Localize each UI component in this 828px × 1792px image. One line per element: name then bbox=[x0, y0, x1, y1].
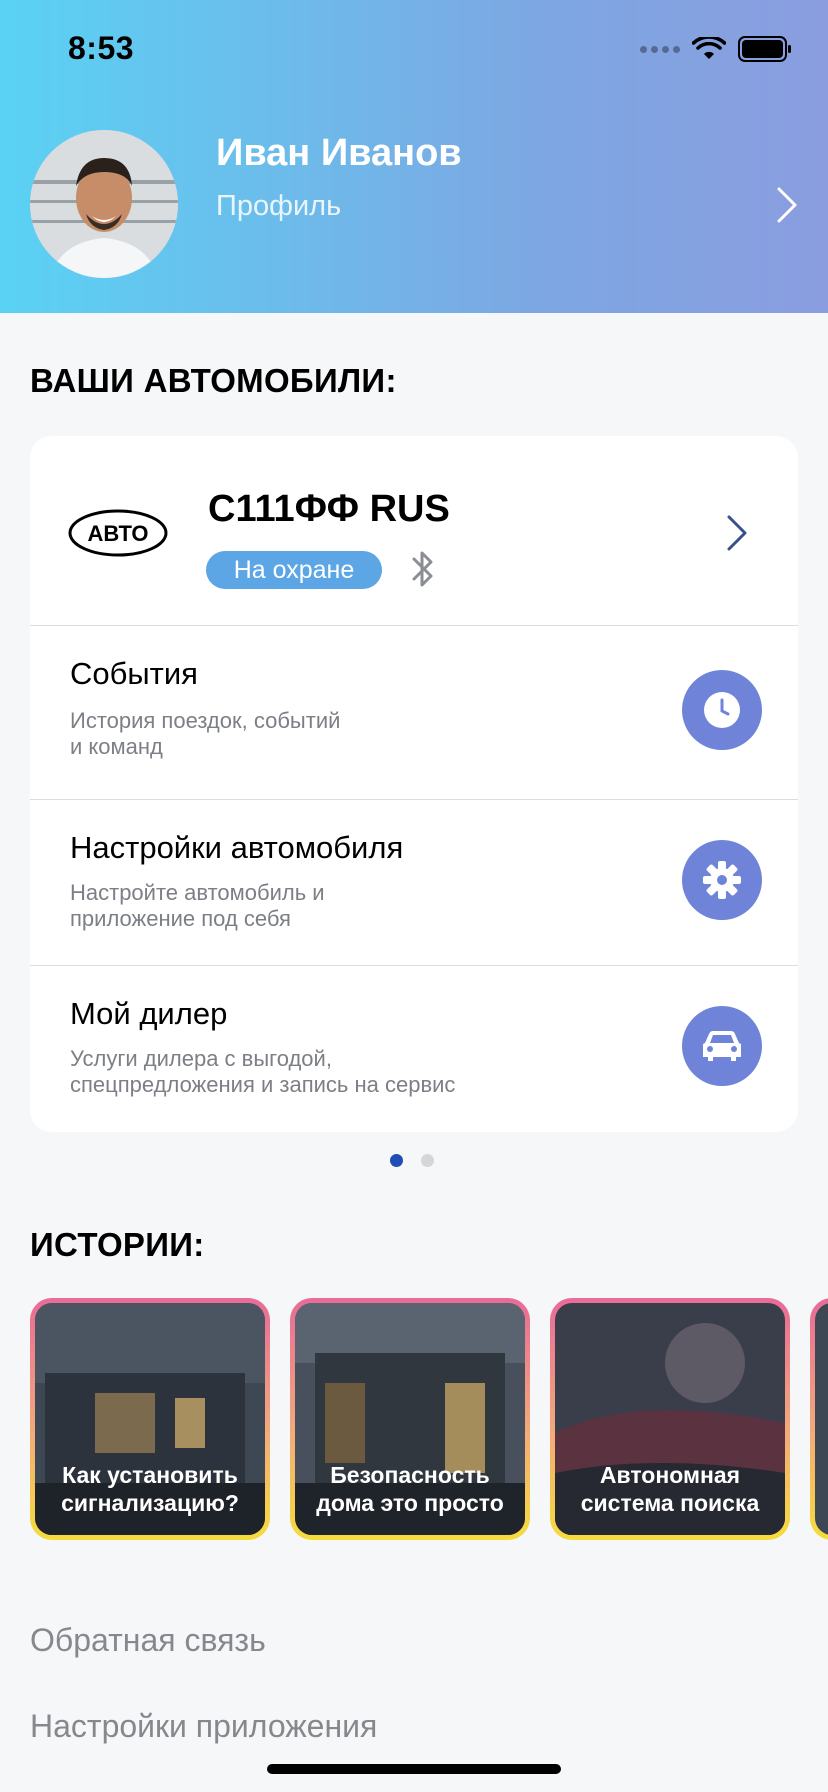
menu-item-title: События bbox=[70, 656, 198, 691]
story-image: Безопасность дома это просто bbox=[295, 1303, 525, 1535]
car-card: АВТО С111ФФ RUS На охране События Истори… bbox=[30, 436, 798, 1132]
clock-icon bbox=[682, 670, 762, 750]
menu-item-events[interactable]: События История поездок, событий и команд bbox=[30, 626, 798, 800]
pager-dots bbox=[390, 1154, 434, 1167]
status-icons bbox=[640, 36, 792, 62]
stories-carousel[interactable]: Как установить сигнализацию? Безопасность… bbox=[30, 1298, 828, 1540]
menu-item-dealer[interactable]: Мой дилер Услуги дилера с выгодой, спецпр… bbox=[30, 966, 798, 1132]
menu-item-description: История поездок, событий и команд bbox=[70, 708, 341, 759]
menu-item-car-settings[interactable]: Настройки автомобиля Настройте автомобил… bbox=[30, 800, 798, 966]
profile-header[interactable]: 8:53 Иван Иванов Профиль bbox=[0, 0, 828, 313]
story-title: Автономная система поиска bbox=[580, 1462, 760, 1516]
story-image bbox=[815, 1303, 828, 1535]
home-indicator bbox=[267, 1764, 561, 1774]
story-title: Безопасность дома это просто bbox=[316, 1462, 504, 1516]
cellular-signal-icon bbox=[640, 45, 680, 53]
car-item[interactable]: АВТО С111ФФ RUS На охране bbox=[30, 436, 798, 626]
car-brand-logo: АВТО bbox=[68, 509, 168, 557]
app-settings-link[interactable]: Настройки приложения bbox=[30, 1708, 377, 1745]
car-plate: С111ФФ RUS bbox=[208, 488, 450, 530]
svg-text:АВТО: АВТО bbox=[88, 521, 149, 546]
status-time: 8:53 bbox=[68, 30, 135, 66]
chevron-right-icon[interactable] bbox=[776, 186, 798, 224]
story-card[interactable] bbox=[810, 1298, 828, 1540]
feedback-link[interactable]: Обратная связь bbox=[30, 1622, 266, 1659]
menu-item-description: Услуги дилера с выгодой, спецпредложения … bbox=[70, 1046, 456, 1097]
chevron-right-icon[interactable] bbox=[726, 514, 748, 552]
pager-dot-active[interactable] bbox=[390, 1154, 403, 1167]
pager-dot[interactable] bbox=[421, 1154, 434, 1167]
story-image: Как установить сигнализацию? bbox=[35, 1303, 265, 1535]
menu-item-title: Мой дилер bbox=[70, 996, 228, 1031]
stories-section-title: ИСТОРИИ: bbox=[30, 1226, 205, 1263]
car-icon bbox=[682, 1006, 762, 1086]
battery-icon bbox=[738, 36, 791, 62]
story-card[interactable]: Как установить сигнализацию? bbox=[30, 1298, 270, 1540]
cars-section-title: ВАШИ АВТОМОБИЛИ: bbox=[30, 362, 397, 399]
avatar[interactable] bbox=[30, 130, 178, 278]
menu-item-description: Настройте автомобиль и приложение под себ… bbox=[70, 880, 325, 931]
story-title: Как установить сигнализацию? bbox=[61, 1462, 239, 1516]
gear-icon bbox=[682, 840, 762, 920]
bluetooth-icon bbox=[412, 551, 433, 587]
status-badge: На охране bbox=[206, 551, 382, 589]
user-name: Иван Иванов bbox=[216, 132, 462, 174]
story-card[interactable]: Безопасность дома это просто bbox=[290, 1298, 530, 1540]
story-image: Автономная система поиска bbox=[555, 1303, 785, 1535]
wifi-icon bbox=[692, 37, 726, 59]
menu-item-title: Настройки автомобиля bbox=[70, 830, 404, 865]
story-card[interactable]: Автономная система поиска bbox=[550, 1298, 790, 1540]
profile-link-label: Профиль bbox=[216, 190, 342, 222]
